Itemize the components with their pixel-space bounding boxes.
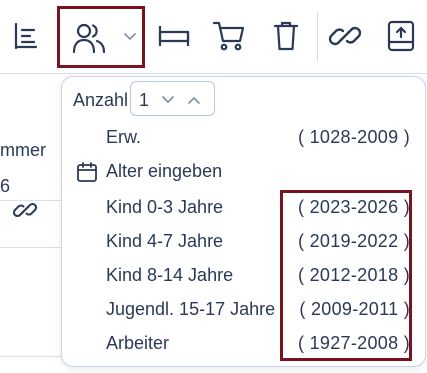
trash-icon[interactable]	[266, 14, 306, 58]
option-label: Kind 0-3 Jahre	[106, 197, 224, 217]
calendar-icon	[76, 161, 98, 188]
toolbar	[0, 0, 427, 74]
link-icon[interactable]	[325, 14, 365, 58]
guest-option-adult[interactable]: Erw. ( 1028-2009 )	[106, 123, 416, 153]
guest-option-child-4-7[interactable]: Kind 4-7 Jahre ( 2019-2022 )	[106, 227, 416, 257]
list-icon[interactable]	[6, 14, 46, 58]
table-header-fragment: mmer	[0, 140, 46, 160]
option-year-range: ( 2019-2022 )	[298, 231, 410, 251]
option-label: Erw.	[106, 127, 142, 147]
cart-icon[interactable]	[209, 14, 249, 58]
chevron-down-icon	[123, 29, 137, 47]
table-cell-fragment: 6	[0, 176, 11, 196]
toolbar-divider	[317, 12, 318, 62]
option-label: Jugendl. 15-17 Jahre	[106, 299, 276, 319]
option-label: Arbeiter	[106, 333, 170, 353]
table-divider	[0, 356, 70, 357]
option-label: Alter eingeben	[106, 161, 223, 181]
option-label: Kind 4-7 Jahre	[106, 231, 224, 251]
guests-button[interactable]	[57, 6, 145, 68]
quantity-label: Anzahl	[73, 90, 129, 110]
guest-option-child-8-14[interactable]: Kind 8-14 Jahre ( 2012-2018 )	[106, 261, 416, 291]
chevron-down-icon[interactable]	[161, 92, 175, 110]
option-year-range: ( 2012-2018 )	[298, 265, 410, 285]
quantity-stepper[interactable]: 1	[130, 81, 215, 116]
option-year-range: ( 2009-2011 )	[299, 299, 410, 319]
guest-option-teen-15-17[interactable]: Jugendl. 15-17 Jahre ( 2009-2011 )	[106, 295, 416, 325]
option-year-range: ( 1927-2008 )	[298, 333, 410, 353]
guests-icon	[72, 22, 108, 59]
chevron-up-icon[interactable]	[187, 92, 201, 110]
option-label: Kind 8-14 Jahre	[106, 265, 234, 285]
guest-option-enter-age[interactable]: Alter eingeben	[106, 157, 416, 187]
link-icon[interactable]	[12, 198, 38, 227]
quantity-value[interactable]: 1	[139, 90, 149, 111]
import-icon[interactable]	[381, 14, 421, 58]
option-year-range: ( 1028-2009 )	[298, 127, 410, 147]
guest-type-dropdown: Anzahl 1 Erw. ( 1028-2009 ) Alter eingeb…	[61, 76, 426, 367]
bed-icon[interactable]	[154, 14, 194, 58]
guest-option-worker[interactable]: Arbeiter ( 1927-2008 )	[106, 329, 416, 359]
table-divider	[0, 247, 70, 248]
guest-option-child-0-3[interactable]: Kind 0-3 Jahre ( 2023-2026 )	[106, 193, 416, 223]
option-year-range: ( 2023-2026 )	[298, 197, 410, 217]
